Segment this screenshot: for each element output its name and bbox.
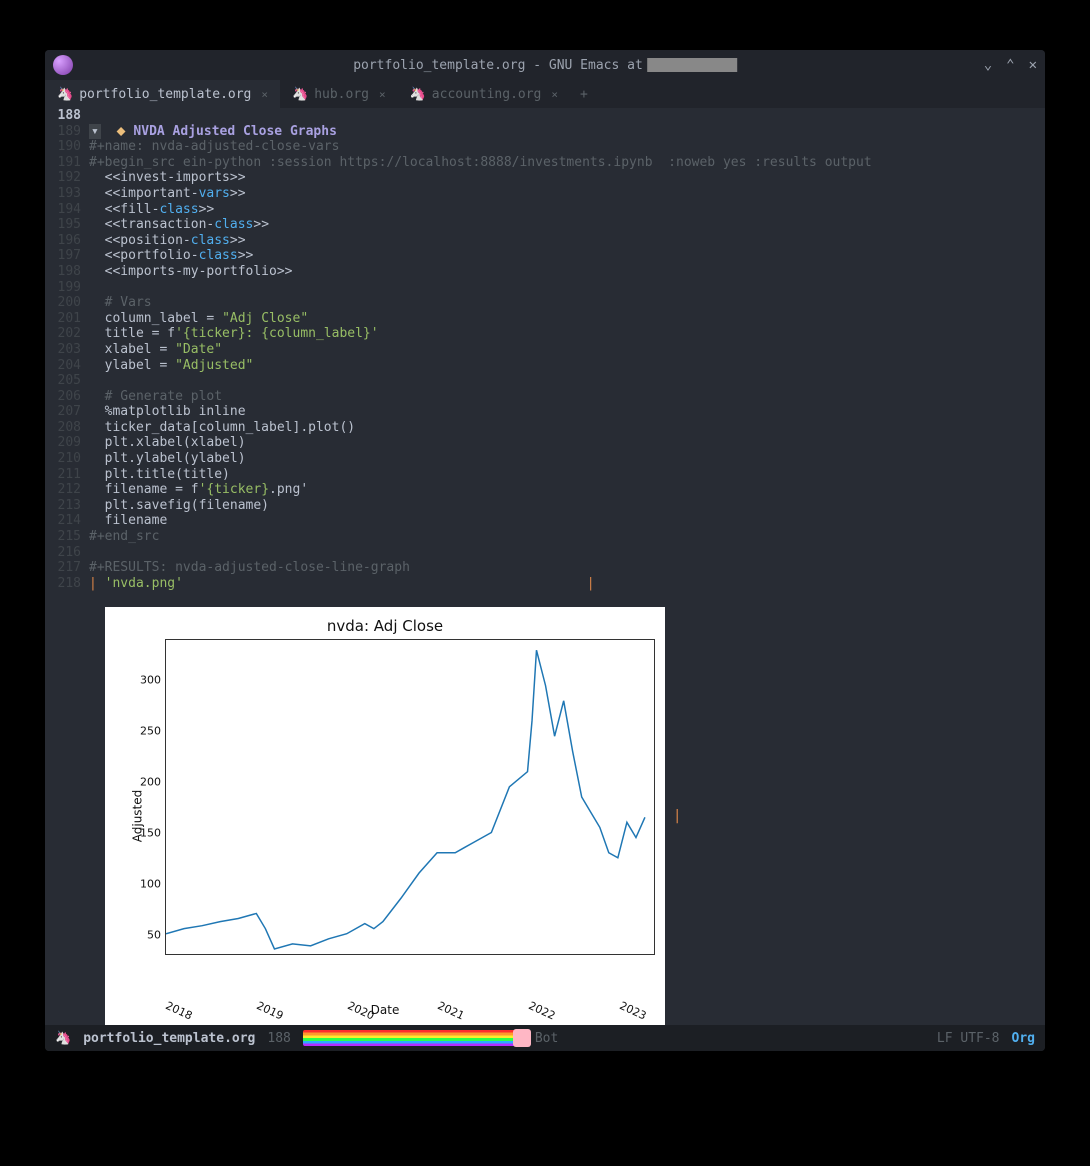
tab-close-icon[interactable]: × (261, 88, 268, 101)
tabbar: 🦄 portfolio_template.org × 🦄 hub.org × 🦄… (45, 80, 1045, 108)
chart: nvda: Adj Close Adjusted 501001502002503… (105, 607, 665, 1025)
unicorn-icon: 🦄 (57, 87, 73, 102)
modeline-line: 188 (267, 1031, 290, 1046)
modeline-position: Bot (535, 1031, 558, 1046)
bullet-icon: ⬥ (116, 124, 125, 139)
chart-title: nvda: Adj Close (105, 607, 665, 635)
unicorn-icon: 🦄 (410, 87, 426, 102)
modeline: 🦄 portfolio_template.org 188 Bot LF UTF-… (45, 1025, 1045, 1051)
emacs-icon (53, 55, 73, 75)
org-heading: NVDA Adjusted Close Graphs (133, 124, 337, 139)
minimize-icon[interactable]: ⌄ (984, 57, 992, 73)
tab-portfolio-template[interactable]: 🦄 portfolio_template.org × (45, 80, 280, 108)
emacs-window: portfolio_template.org - GNU Emacs at ⌄ … (45, 50, 1045, 1051)
line-number-gutter: 1881891901911921931941951961971981992002… (45, 108, 89, 607)
code-area[interactable]: ▾ ⬥ NVDA Adjusted Close Graphs #+name: n… (89, 108, 1045, 607)
new-tab-button[interactable]: + (570, 80, 598, 108)
fold-marker[interactable]: ▾ (89, 124, 101, 139)
close-icon[interactable]: ✕ (1029, 57, 1037, 73)
plot-area (165, 639, 655, 955)
modeline-filename: portfolio_template.org (83, 1031, 255, 1046)
titlebar: portfolio_template.org - GNU Emacs at ⌄ … (45, 50, 1045, 80)
inline-result: nvda: Adj Close Adjusted 501001502002503… (45, 607, 1045, 1025)
modeline-major-mode: Org (1012, 1031, 1035, 1046)
y-axis: 50100150200250300 (139, 639, 163, 955)
tab-close-icon[interactable]: × (379, 88, 386, 101)
unicorn-icon: 🦄 (292, 87, 308, 102)
x-axis-label: Date (371, 1003, 400, 1017)
tab-hub[interactable]: 🦄 hub.org × (280, 80, 398, 108)
maximize-icon[interactable]: ⌃ (1006, 57, 1014, 73)
editor[interactable]: 1881891901911921931941951961971981992002… (45, 108, 1045, 607)
tab-close-icon[interactable]: × (551, 88, 558, 101)
nyan-cat-progress (303, 1030, 523, 1046)
tab-accounting[interactable]: 🦄 accounting.org × (398, 80, 570, 108)
modeline-encoding: LF UTF-8 (937, 1031, 1000, 1046)
window-title: portfolio_template.org - GNU Emacs at (353, 58, 737, 73)
unicorn-icon: 🦄 (55, 1031, 71, 1046)
